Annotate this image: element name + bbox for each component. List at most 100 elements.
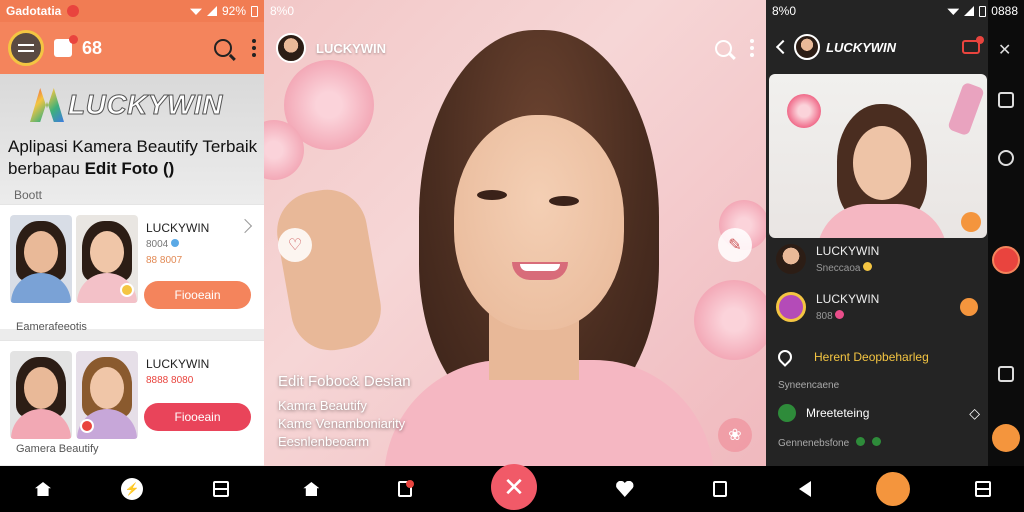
download-button[interactable]: Fiooeain xyxy=(144,403,251,431)
battery-icon xyxy=(979,5,987,17)
heart-icon[interactable] xyxy=(616,481,634,497)
verified-icon xyxy=(171,239,180,247)
list-item[interactable]: LUCKYWIN 808 xyxy=(766,292,988,322)
status-time: 8%0 xyxy=(270,4,295,18)
hero-title-line2: berbapau xyxy=(8,159,85,178)
favorites-label: Herent Deopbeharleg xyxy=(814,350,929,364)
status-clock: 0888 xyxy=(991,4,1018,18)
status-bar: 8%0 xyxy=(264,0,766,22)
hero-banner: LUCKYWIN Aplipasi Kamera Beautify Terbai… xyxy=(0,74,264,207)
battery-percent: 92% xyxy=(221,4,246,18)
close-button[interactable]: ✕ xyxy=(490,464,537,510)
status-bar: 0888 xyxy=(766,0,1024,22)
avatar[interactable] xyxy=(794,34,820,60)
photo-viewer-panel: 8%0 LUCKYWIN ♡ ✎ ❀ Edit Foboc& Desian Ka… xyxy=(264,0,766,466)
back-arrow-icon[interactable] xyxy=(775,39,791,55)
brand-name: LUCKYWIN xyxy=(316,40,387,56)
like-heart-icon[interactable]: ♡ xyxy=(278,228,312,262)
notification-icon xyxy=(67,5,80,17)
hero-title-line1: Aplipasi Kamera Beautify Terbaik xyxy=(8,137,258,156)
top-app-bar: LUCKYWIN xyxy=(264,22,766,74)
messenger-icon[interactable]: ⚡ xyxy=(121,478,143,500)
profile-panel: 8%0 LUCKYWIN LUCKYWIN Sneccaoa LUCKYWIN … xyxy=(766,0,988,466)
hero-title: Aplipasi Kamera Beautify Terbaik berbapa… xyxy=(8,136,258,180)
bottom-nav: ✕ xyxy=(264,464,766,512)
catalog-panel: Gadotatia 92% 68 LUCKYWIN Aplipasi Kamer… xyxy=(0,0,264,466)
list-item[interactable]: LUCKYWIN 8004 88 8007 Fiooeain Eamerafee… xyxy=(0,204,264,333)
luckywin-logo: LUCKYWIN xyxy=(30,88,223,122)
home-icon[interactable] xyxy=(35,482,51,496)
avatar xyxy=(776,244,806,274)
favorites-item[interactable]: Herent Deopbeharleg xyxy=(775,347,980,367)
caption-title: Edit Foboc& Desian xyxy=(278,373,411,390)
magic-icon[interactable] xyxy=(992,424,1020,452)
after-photo xyxy=(76,351,138,439)
gallery-icon[interactable] xyxy=(213,481,229,497)
app-icon xyxy=(776,292,806,322)
signal-icon xyxy=(206,6,217,16)
follow-icon xyxy=(778,404,796,422)
home-icon[interactable] xyxy=(303,482,320,496)
brand-name: LUCKYWIN xyxy=(826,39,897,55)
shuffle-icon[interactable]: ✕ xyxy=(998,40,1014,59)
search-icon[interactable] xyxy=(715,39,732,57)
top-app-bar: LUCKYWIN xyxy=(766,22,988,72)
list-item[interactable]: LUCKYWIN Sneccaoa xyxy=(766,244,988,274)
signal-icon xyxy=(964,6,975,16)
camera-icon[interactable] xyxy=(875,472,910,506)
caption-line: Kame Venamboniarity xyxy=(278,416,406,431)
featured-photo[interactable] xyxy=(769,74,987,238)
calendar-icon[interactable] xyxy=(998,366,1014,382)
after-photo xyxy=(76,215,138,303)
gift-icon[interactable] xyxy=(54,35,78,57)
side-rail: 0888 ✕ xyxy=(947,0,1024,466)
avatar[interactable] xyxy=(276,33,306,63)
battery-icon xyxy=(251,5,258,17)
before-photo xyxy=(10,351,72,439)
bottom-nav xyxy=(766,466,1024,512)
photo-caption: Edit Foboc& Desian Kamra Beautify Kame V… xyxy=(278,373,411,452)
back-icon[interactable] xyxy=(798,481,811,497)
follow-item[interactable]: Mreeteteing ◇ xyxy=(778,404,980,422)
gift-icon[interactable] xyxy=(962,36,984,54)
recents-icon[interactable] xyxy=(975,481,992,497)
wifi-icon xyxy=(947,8,960,15)
caption-line: Eesnlenbeoarm xyxy=(278,434,370,449)
background-flower xyxy=(694,280,766,360)
menu-button[interactable] xyxy=(8,30,44,66)
download-button[interactable]: Fiooeain xyxy=(144,281,251,309)
section-label: Gennenebsfone xyxy=(778,437,881,449)
gallery-icon[interactable] xyxy=(398,480,415,497)
before-photo xyxy=(10,215,72,303)
card-name: LUCKYWIN xyxy=(146,357,210,371)
edit-badge-icon[interactable] xyxy=(961,212,981,232)
card-caption: Gamera Beautify xyxy=(16,443,99,455)
crop-icon[interactable] xyxy=(998,92,1014,108)
beauty-filter-icon[interactable]: ❀ xyxy=(718,418,752,452)
shopping-bag-icon[interactable] xyxy=(712,481,727,497)
hero-title-bold: Edit Foto () xyxy=(84,159,175,178)
logo-mark-icon xyxy=(30,88,64,122)
follow-label: Mreeteteing xyxy=(806,406,870,420)
more-options-icon[interactable] xyxy=(750,39,754,57)
row-subtitle: 808 xyxy=(816,310,879,322)
row-title: LUCKYWIN xyxy=(816,244,880,258)
card-rating: 88 8007 xyxy=(146,255,183,266)
row-subtitle: Sneccaoa xyxy=(816,262,879,274)
chat-icon[interactable] xyxy=(998,150,1014,166)
logo-text: LUCKYWIN xyxy=(68,89,223,121)
card-rating: 8888 8080 xyxy=(146,375,194,386)
record-icon[interactable] xyxy=(992,246,1020,274)
more-options-icon[interactable] xyxy=(252,39,256,57)
infinity-icon[interactable]: 68 xyxy=(82,38,102,59)
heart-icon xyxy=(775,347,795,367)
caption-line: Kamra Beautify xyxy=(278,398,367,413)
share-icon[interactable]: ◇ xyxy=(969,405,980,422)
share-icon[interactable] xyxy=(237,218,253,234)
bottom-nav: ⚡ xyxy=(0,466,264,512)
action-icon[interactable] xyxy=(960,298,978,316)
card-caption: Eamerafeeotis xyxy=(16,321,87,333)
edit-brush-icon[interactable]: ✎ xyxy=(718,228,752,262)
list-item[interactable]: LUCKYWIN 8888 8080 Fiooeain Gamera Beaut… xyxy=(0,340,264,465)
search-icon[interactable] xyxy=(214,39,232,57)
